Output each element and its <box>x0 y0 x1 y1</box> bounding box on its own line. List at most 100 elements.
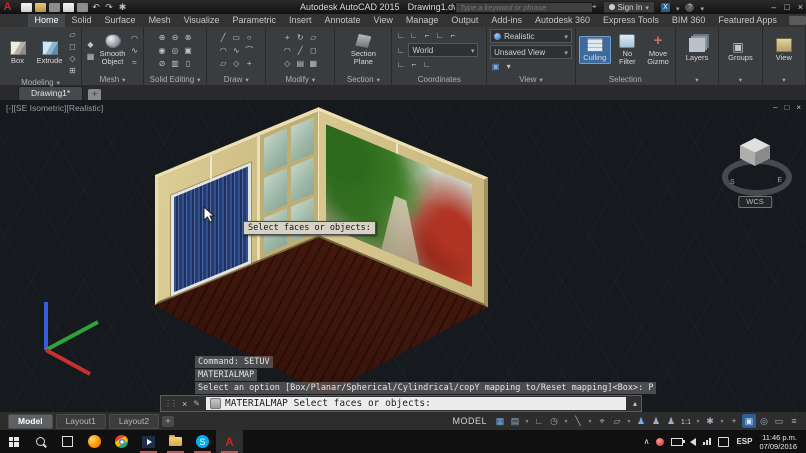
mirror-icon[interactable] <box>282 58 293 69</box>
isolate-objects-icon[interactable] <box>757 414 771 428</box>
polyline-icon[interactable] <box>218 58 229 69</box>
trim-icon[interactable] <box>295 45 306 56</box>
tab-featured-apps[interactable]: Featured Apps <box>712 14 784 27</box>
isodraft-toggle[interactable] <box>571 414 585 428</box>
panel-label-draw[interactable]: Draw <box>207 73 265 85</box>
tab-solid[interactable]: Solid <box>65 14 98 27</box>
lineweight-toggle[interactable] <box>610 414 624 428</box>
extrude-button[interactable]: Extrude <box>35 40 64 65</box>
taskbar-search-button[interactable] <box>27 430 54 453</box>
ucs-previous-icon[interactable] <box>421 30 432 41</box>
tab-annotate[interactable]: Annotate <box>318 14 367 27</box>
move-icon[interactable] <box>282 32 293 43</box>
open-file-icon[interactable] <box>35 2 46 12</box>
panel-label-modify[interactable]: Modify <box>266 73 334 85</box>
plot-icon[interactable] <box>77 2 88 12</box>
annotation-monitor-icon[interactable] <box>727 414 741 428</box>
panel-label-layers[interactable] <box>676 73 718 85</box>
chevron-down-icon[interactable] <box>503 61 514 72</box>
close-icon[interactable] <box>179 399 190 409</box>
box-button[interactable]: Box <box>3 40 32 65</box>
layout2-tab[interactable]: Layout2 <box>108 413 160 429</box>
sign-in-button[interactable]: Sign In <box>602 1 655 13</box>
window-object[interactable] <box>257 111 318 261</box>
viewport-config-icon[interactable] <box>490 61 501 72</box>
workspace-dropdown-icon[interactable] <box>718 414 726 428</box>
tab-express-tools[interactable]: Express Tools <box>596 14 665 27</box>
language-indicator[interactable]: ESP <box>736 437 752 446</box>
close-button[interactable] <box>798 0 803 14</box>
tab-autodesk360[interactable]: Autodesk 360 <box>528 14 596 27</box>
mesh-revolve-icon[interactable] <box>85 51 96 62</box>
presspull-icon[interactable] <box>67 41 78 52</box>
interfere-icon[interactable] <box>183 45 194 56</box>
line-icon[interactable] <box>218 32 229 43</box>
panel-label-view[interactable]: View <box>487 74 575 85</box>
save-as-icon[interactable] <box>63 2 74 12</box>
osnap-toggle[interactable] <box>595 414 609 428</box>
ellipse-icon[interactable] <box>244 45 255 56</box>
snap-dropdown-icon[interactable] <box>523 414 531 428</box>
network-icon[interactable] <box>703 438 712 445</box>
tab-parametric[interactable]: Parametric <box>226 14 283 27</box>
skype-taskbar-icon[interactable] <box>189 430 216 453</box>
viewport-restore-button[interactable] <box>784 102 789 114</box>
ucs-view-icon[interactable] <box>408 59 419 70</box>
volume-icon[interactable] <box>690 437 697 446</box>
workspace-switching-icon[interactable] <box>703 414 717 428</box>
array-icon[interactable] <box>295 58 306 69</box>
customization-menu-icon[interactable] <box>787 414 801 428</box>
taskbar-clock[interactable]: 11:46 p.m. 07/09/2016 <box>759 433 801 451</box>
viewcube[interactable]: S E WCS <box>716 122 794 208</box>
osnap-dropdown-icon[interactable] <box>625 414 633 428</box>
layers-button[interactable]: Layers <box>680 38 714 62</box>
tab-surface[interactable]: Surface <box>98 14 142 27</box>
snap-mode-toggle[interactable] <box>508 414 522 428</box>
smooth-less-icon[interactable] <box>129 45 140 56</box>
dock-grip-handle[interactable] <box>161 399 179 408</box>
firefox-taskbar-icon[interactable] <box>81 430 108 453</box>
loft-icon[interactable] <box>67 65 78 76</box>
ucs-3point-icon[interactable] <box>421 59 432 70</box>
tray-app-icon[interactable] <box>656 437 665 446</box>
point-icon[interactable] <box>244 58 255 69</box>
media-icon[interactable] <box>789 16 806 25</box>
isodraft-dropdown-icon[interactable] <box>586 414 594 428</box>
view-tools-button[interactable]: View <box>767 38 801 62</box>
ucs-icon[interactable] <box>395 30 406 41</box>
groups-button[interactable]: Groups <box>723 38 757 62</box>
search-input[interactable] <box>455 2 593 13</box>
tab-visualize[interactable]: Visualize <box>177 14 226 27</box>
tab-mesh[interactable]: Mesh <box>142 14 177 27</box>
file-explorer-taskbar-icon[interactable] <box>162 430 189 453</box>
new-file-icon[interactable] <box>21 2 32 12</box>
panel-label-section[interactable]: Section <box>335 73 391 85</box>
fillet-icon[interactable] <box>282 45 293 56</box>
revolve-icon[interactable] <box>67 53 78 64</box>
wcs-dropdown[interactable]: WCS <box>738 196 772 208</box>
video-app-taskbar-icon[interactable] <box>135 430 162 453</box>
tray-expand-icon[interactable] <box>644 437 650 446</box>
battery-icon[interactable] <box>671 437 685 446</box>
tab-home[interactable]: Home <box>28 14 66 27</box>
annotation-visibility-toggle[interactable] <box>634 414 648 428</box>
subtract-icon[interactable] <box>170 32 181 43</box>
autocad-taskbar-icon[interactable] <box>216 430 243 453</box>
ucs-z-axis-icon[interactable] <box>395 59 406 70</box>
smooth-object-button[interactable]: Smooth Object <box>99 34 126 66</box>
ucs-origin-icon[interactable] <box>395 45 406 56</box>
model-tab[interactable]: Model <box>8 413 53 429</box>
panel-label-mesh[interactable]: Mesh <box>82 73 143 85</box>
ucs-world-icon[interactable] <box>408 30 419 41</box>
shell-icon[interactable] <box>183 58 194 69</box>
polysolid-icon[interactable] <box>67 29 78 40</box>
tab-manage[interactable]: Manage <box>399 14 445 27</box>
help-icon[interactable] <box>685 2 695 12</box>
ucs-face-icon[interactable] <box>434 30 445 41</box>
polar-dropdown-icon[interactable] <box>562 414 570 428</box>
autoscale-toggle[interactable] <box>649 414 663 428</box>
command-input[interactable]: MATERIALMAP Select faces or objects: <box>205 397 626 410</box>
no-filter-button[interactable]: No Filter <box>614 34 642 66</box>
panel-label-coordinates[interactable]: Coordinates <box>392 73 486 85</box>
arc-icon[interactable] <box>218 45 229 56</box>
